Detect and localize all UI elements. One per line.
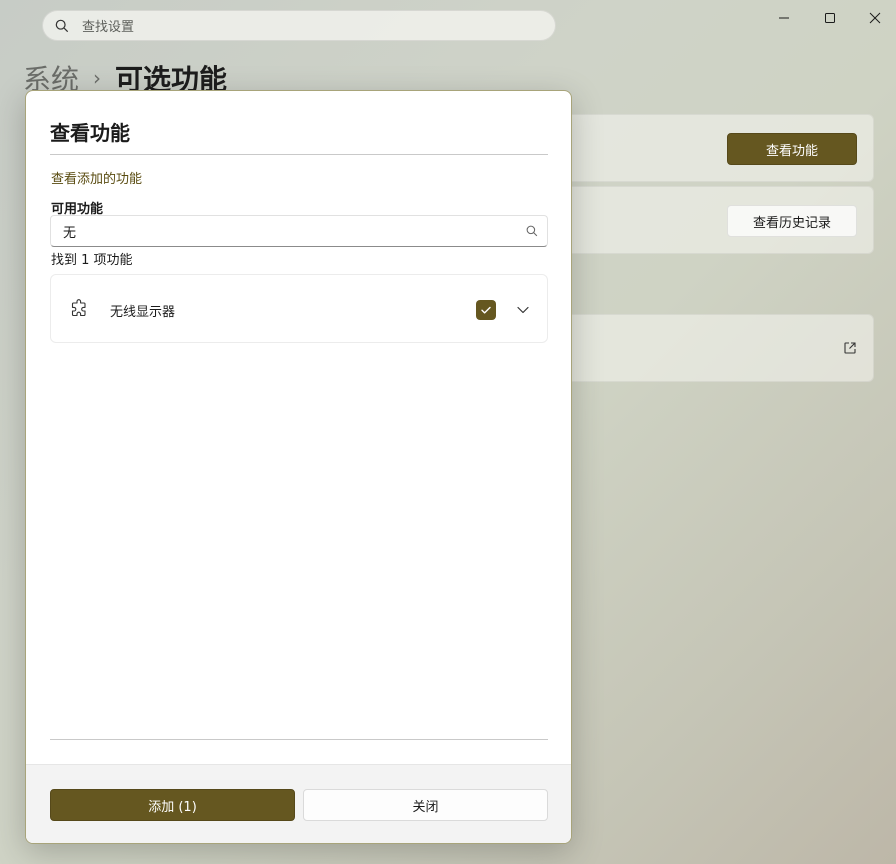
maximize-icon bbox=[825, 13, 835, 23]
open-external-icon bbox=[844, 342, 856, 354]
settings-search-box[interactable]: 查找设置 bbox=[42, 10, 556, 41]
view-added-features-link[interactable]: 查看添加的功能 bbox=[51, 168, 142, 187]
close-window-button[interactable] bbox=[853, 4, 896, 32]
checkmark-icon bbox=[481, 306, 491, 314]
puzzle-icon bbox=[71, 299, 86, 317]
result-count: 找到 1 项功能 bbox=[51, 253, 133, 268]
view-history-button[interactable]: 查看历史记录 bbox=[727, 205, 857, 237]
search-icon bbox=[526, 225, 538, 237]
minimize-button[interactable] bbox=[762, 4, 806, 32]
view-features-button[interactable]: 查看功能 bbox=[727, 133, 857, 165]
close-button[interactable]: 关闭 bbox=[303, 789, 548, 821]
dialog-divider bbox=[50, 154, 548, 155]
dialog-footer: 添加 (1) 关闭 bbox=[26, 764, 571, 843]
add-button[interactable]: 添加 (1) bbox=[50, 789, 295, 821]
feature-checkbox[interactable] bbox=[476, 300, 496, 320]
more-options-card[interactable] bbox=[560, 314, 874, 382]
search-icon bbox=[55, 19, 69, 32]
chevron-right-icon: › bbox=[93, 66, 102, 90]
dialog-bottom-divider bbox=[50, 739, 548, 740]
list-item[interactable]: 无线显示器 bbox=[50, 274, 548, 343]
close-icon bbox=[869, 12, 881, 24]
history-card: 查看历史记录 bbox=[560, 186, 874, 254]
feature-search-input[interactable] bbox=[61, 222, 526, 240]
view-features-dialog: 查看功能 查看添加的功能 可用功能 找到 1 项功能 无线显示器 添加 (1) … bbox=[25, 90, 572, 844]
chevron-down-icon[interactable] bbox=[516, 303, 530, 317]
maximize-button[interactable] bbox=[808, 4, 852, 32]
search-placeholder: 查找设置 bbox=[82, 20, 135, 35]
feature-name: 无线显示器 bbox=[110, 305, 176, 320]
feature-search-box[interactable] bbox=[50, 215, 548, 247]
minimize-icon bbox=[779, 17, 789, 19]
add-feature-card: 查看功能 bbox=[560, 114, 874, 182]
dialog-title: 查看功能 bbox=[50, 121, 130, 145]
